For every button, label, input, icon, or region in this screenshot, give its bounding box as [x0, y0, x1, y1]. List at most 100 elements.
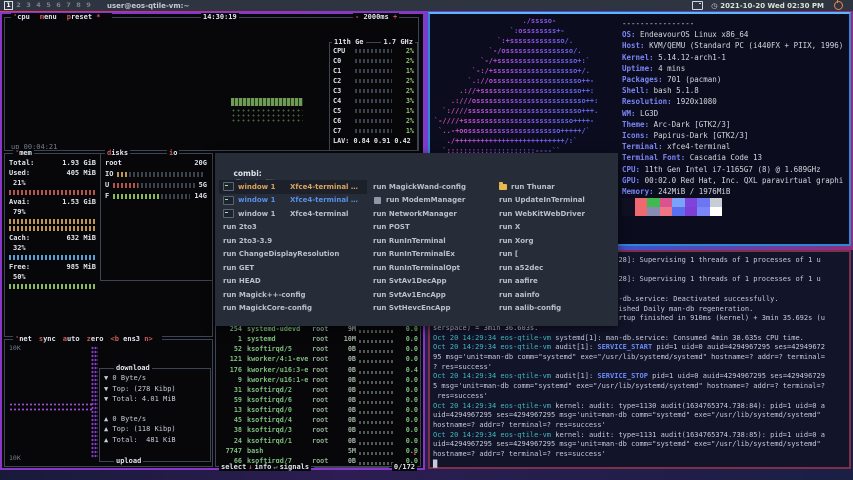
terminal-color-swatch	[672, 207, 685, 216]
launcher-item-aalib-config[interactable]: run aalib-config	[495, 302, 615, 316]
workspace-8[interactable]: 8	[74, 1, 83, 10]
launcher-item-window[interactable]: window 1Xfce4-terminal …	[219, 180, 367, 194]
disk-row-F: F14G	[101, 191, 211, 202]
launcher-item-[[interactable]: run [	[495, 248, 615, 262]
launcher-item-aafire[interactable]: run aafire	[495, 275, 615, 289]
process-row[interactable]: 24ksoftirqd/1root0B0.0	[218, 436, 418, 446]
journal-line: Oct 20 14:29:34 eos-qtile-vm audit[1]: S…	[433, 372, 847, 382]
journal-line: 95 msg='unit=man-db comm="systemd" exe="…	[433, 353, 847, 363]
launcher-item-aainfo[interactable]: run aainfo	[495, 288, 615, 302]
launcher-item-x[interactable]: run X	[495, 221, 615, 235]
disk-row-IO: IO	[101, 169, 211, 180]
mem-stat: Avai:1.53 GiB	[5, 197, 100, 207]
mem-box-title[interactable]: 'mem	[13, 149, 34, 158]
info-label[interactable]: info	[253, 463, 274, 471]
process-row[interactable]: 13ksoftirqd/0root0B0.0	[218, 405, 418, 415]
mem-stat: Cach:632 MiB	[5, 233, 100, 243]
terminal-color-swatch	[622, 198, 635, 207]
launcher-item-post[interactable]: run POST	[369, 221, 493, 235]
launcher-item-xorg[interactable]: run Xorg	[495, 234, 615, 248]
net-stat: ▼ 0 Byte/s	[100, 373, 210, 384]
process-row[interactable]: 31ksoftirqd/2root0B0.0	[218, 385, 418, 395]
process-list[interactable]: 254systemd-udevdroot9M0.01systemdroot10M…	[218, 324, 418, 466]
launcher-item-svtav1decapp[interactable]: run SvtAv1DecApp	[369, 275, 493, 289]
launcher-item-magickcore-config[interactable]: run MagickCore-config	[219, 302, 367, 316]
launcher-item-runinterminal[interactable]: run RunInTerminal	[369, 234, 493, 248]
mem-percent: 21%	[5, 178, 100, 188]
bar-clock: 2021-10-20 Wed 02:30 PM	[720, 2, 824, 10]
neofetch-wm: WM: LG3D	[622, 108, 843, 119]
launcher-item-head[interactable]: run HEAD	[219, 275, 367, 289]
launcher-item-networkmanager[interactable]: run NetworkManager	[369, 207, 493, 221]
terminal-color-swatch	[635, 198, 648, 207]
net-box: 'netsyncautozero<b ens3 n> 10K 10K downl…	[4, 339, 213, 467]
process-row[interactable]: 121kworker/4:1-everoot0B0.0	[218, 354, 418, 364]
process-row[interactable]: 7747bash5M0.0	[218, 446, 418, 456]
process-row[interactable]: 45ksoftirqd/4root0B0.0	[218, 415, 418, 425]
neofetch-resolution: Resolution: 1920x1080	[622, 96, 843, 107]
workspace-7[interactable]: 7	[64, 1, 73, 10]
scroll-down-icon[interactable]: ↓	[413, 449, 417, 457]
workspace-6[interactable]: 6	[54, 1, 63, 10]
process-row[interactable]: 9kworker/u16:1-eroot0B0.0	[218, 375, 418, 385]
terminal-color-swatch	[647, 207, 660, 216]
net-box-titles[interactable]: 'netsyncautozero<b ens3 n>	[13, 335, 162, 344]
launcher-item-2to3[interactable]: run 2to3	[219, 221, 367, 235]
io-box-title[interactable]: io	[167, 149, 179, 158]
launcher-item-modemmanager[interactable]: run ModemManager	[369, 194, 493, 208]
prompt-label: combi:	[233, 169, 261, 178]
launcher-item-a52dec[interactable]: run a52dec	[495, 261, 615, 275]
workspace-2[interactable]: 2	[14, 1, 23, 10]
workspace-3[interactable]: 3	[24, 1, 33, 10]
journal-line: Oct 20 14:29:34 eos-qtile-vm systemd[1]:…	[433, 334, 847, 344]
launcher-item-updateinterminal[interactable]: run UpdateInTerminal	[495, 194, 615, 208]
launcher-item-magick++-config[interactable]: run Magick++-config	[219, 288, 367, 302]
endeavouros-ascii-logo: ./sssso- `:ossssssss+- `:+sssssssssssso/…	[434, 16, 598, 156]
process-row[interactable]: 59ksoftirqd/6root0B0.0	[218, 395, 418, 405]
mem-disks-box: 'mem disks io Total:1.93 GiBUsed:405 MiB…	[4, 153, 213, 337]
process-row[interactable]: 52ksoftirqd/5root0B0.0	[218, 344, 418, 354]
launcher-item-window[interactable]: window 1Xfce4-terminal …	[219, 194, 367, 208]
launcher-item-changedisplayresolution[interactable]: run ChangeDisplayResolution	[219, 248, 367, 262]
process-row[interactable]: 176kworker/u16:3-eroot0B0.4	[218, 365, 418, 375]
thunar-icon	[499, 184, 507, 190]
workspace-1[interactable]: 1	[4, 1, 13, 10]
launcher-item-get[interactable]: run GET	[219, 261, 367, 275]
terminal-color-swatch	[660, 198, 673, 207]
systray-window-icon[interactable]	[692, 1, 703, 10]
modem-icon	[374, 197, 381, 204]
launcher-item-webkitwebdriver[interactable]: run WebKitWebDriver	[495, 207, 615, 221]
workspace-9[interactable]: 9	[84, 1, 93, 10]
cpu-box-titles[interactable]: 'cpumenupreset *	[11, 13, 112, 22]
launcher-item-runinterminalopt[interactable]: run RunInTerminalOpt	[369, 261, 493, 275]
select-label[interactable]: select	[219, 463, 248, 471]
terminal-color-swatch	[622, 207, 635, 216]
net-axis-bottom: 10K	[9, 453, 21, 463]
process-row[interactable]: 38ksoftirqd/3root0B0.0	[218, 425, 418, 435]
terminal-color-swatch	[672, 198, 685, 207]
cpu-frequency: 1.7 GHz	[381, 38, 415, 47]
workspace-4[interactable]: 4	[34, 1, 43, 10]
core-row-C0: C02%	[330, 56, 417, 66]
process-row[interactable]: 1systemdroot10M0.0	[218, 334, 418, 344]
journal-line: Oct 20 14:29:34 eos-qtile-vm audit[1]: S…	[433, 343, 847, 353]
launcher-item-svtav1encapp[interactable]: run SvtAv1EncApp	[369, 288, 493, 302]
launcher-item-magickwand-config[interactable]: run MagickWand-config	[369, 180, 493, 194]
signals-label[interactable]: signals	[278, 463, 312, 471]
launcher-item-runinterminalex[interactable]: run RunInTerminalEx	[369, 248, 493, 262]
core-row-C7: C71%	[330, 126, 417, 136]
mem-meter	[9, 190, 96, 195]
core-row-C1: C11%	[330, 66, 417, 76]
disks-box-title[interactable]: disks	[105, 149, 130, 158]
launcher-item-svthevcencapp[interactable]: run SvtHevcEncApp	[369, 302, 493, 316]
launcher-item-window[interactable]: window 1Xfce4-terminal	[219, 207, 367, 221]
workspace-5[interactable]: 5	[44, 1, 53, 10]
rofi-launcher[interactable]: combi: Type to filter window 1Xfce4-term…	[215, 153, 618, 326]
power-icon[interactable]	[834, 1, 843, 10]
launcher-item-thunar[interactable]: run Thunar	[495, 180, 615, 194]
qtile-top-bar: 123456789 user@eos-qtile-vm:~ ◷ 2021-10-…	[0, 0, 853, 11]
clock-icon: ◷	[711, 2, 717, 10]
cpu-interval-control[interactable]: - 2000ms +	[353, 13, 399, 22]
net-stat: ▲ Total: 481 KiB	[100, 435, 210, 446]
launcher-item-2to3-3.9[interactable]: run 2to3-3.9	[219, 234, 367, 248]
